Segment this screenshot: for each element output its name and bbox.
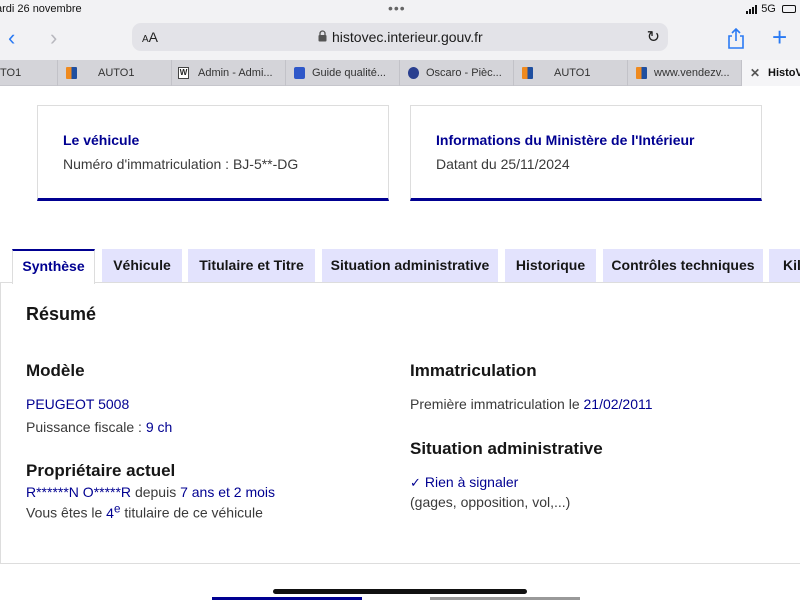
- browser-tab-label: AUTO1: [98, 67, 135, 79]
- model-heading: Modèle: [26, 361, 85, 380]
- admin-situation-heading: Situation administrative: [410, 439, 603, 458]
- fiscal-power-label: Puissance fiscale :: [26, 419, 142, 435]
- share-icon[interactable]: [726, 28, 746, 50]
- owner-rank-row: Vous êtes le 4e titulaire de ce véhicule: [26, 502, 263, 521]
- browser-tab[interactable]: Oscaro - Pièc...: [400, 60, 514, 86]
- first-registration-label: Première immatriculation le: [410, 396, 580, 412]
- w-favicon-icon: W: [178, 67, 189, 79]
- model-name: PEUGEOT 5008: [26, 396, 130, 412]
- vendez-favicon-icon: [636, 67, 647, 79]
- owner-duration: 7 ans et 2 mois: [180, 484, 276, 500]
- guide-favicon-icon: [294, 67, 305, 79]
- vehicle-card: Le véhicule Numéro d'immatriculation : B…: [37, 105, 389, 201]
- tab-historique[interactable]: Historique: [505, 249, 596, 282]
- admin-status-row: ✓ Rien à signaler: [410, 474, 518, 491]
- tab-situation-administrative[interactable]: Situation administrative: [322, 249, 498, 282]
- browser-tab[interactable]: www.vendezv...: [628, 60, 742, 86]
- data-date: Datant du 25/11/2024: [436, 156, 570, 172]
- browser-tab-label: HistoV: [768, 67, 800, 79]
- browser-tab-active[interactable]: ✕ HistoV: [742, 60, 800, 86]
- fiscal-power-value: 9 ch: [145, 419, 173, 435]
- url-text: histovec.interieur.gouv.fr: [332, 29, 483, 45]
- reader-aa-button[interactable]: AA: [142, 29, 158, 45]
- browser-tab[interactable]: AUTO1: [58, 60, 172, 86]
- browser-tab-strip: TO1 AUTO1 W Admin - Admi... Guide qualit…: [0, 60, 800, 86]
- status-bar: ardi 26 novembre ••• 5G 6: [0, 0, 800, 20]
- ministry-card-title: Informations du Ministère de l'Intérieur: [436, 132, 695, 148]
- home-indicator[interactable]: [273, 589, 527, 594]
- tab-kilometrage[interactable]: Kilo: [769, 249, 800, 282]
- page-content: Le véhicule Numéro d'immatriculation : B…: [0, 87, 800, 600]
- browser-tab-label: TO1: [0, 67, 22, 79]
- synthese-panel: Résumé Modèle PEUGEOT 5008 Puissance fis…: [0, 282, 800, 564]
- lock-icon: [318, 30, 327, 42]
- owner-rank-prefix: Vous êtes le: [26, 504, 103, 521]
- summary-title: Résumé: [26, 304, 97, 324]
- registration-number: Numéro d'immatriculation : BJ-5**-DG: [63, 156, 299, 172]
- battery-icon: [781, 5, 796, 13]
- first-registration-date: 21/02/2011: [583, 396, 653, 412]
- owner-heading: Propriétaire actuel: [26, 461, 176, 480]
- owner-rank-number: 4: [106, 504, 114, 521]
- back-button[interactable]: ‹: [8, 26, 15, 50]
- owner-row: R******N O*****R depuis 7 ans et 2 mois: [26, 484, 275, 500]
- vehicle-card-title: Le véhicule: [63, 132, 140, 148]
- owner-rank: 4e: [106, 502, 121, 521]
- signal-icon: [746, 4, 758, 14]
- auto1-favicon-icon: [66, 67, 77, 79]
- network-label: 5G: [761, 3, 776, 15]
- owner-rank-suffix: titulaire de ce véhicule: [124, 504, 263, 521]
- browser-tab-label: AUTO1: [554, 67, 591, 79]
- reload-icon[interactable]: ↻: [647, 27, 660, 47]
- browser-tab[interactable]: TO1: [0, 60, 58, 86]
- address-bar[interactable]: AA histovec.interieur.gouv.fr ↻: [132, 23, 668, 51]
- close-tab-icon[interactable]: ✕: [750, 66, 760, 80]
- owner-rank-sup: e: [113, 502, 121, 515]
- new-tab-button[interactable]: +: [772, 22, 787, 52]
- tab-controles-techniques[interactable]: Contrôles techniques: [603, 249, 763, 282]
- fiscal-power-row: Puissance fiscale : 9 ch: [26, 419, 172, 435]
- owner-since-label: depuis: [134, 484, 177, 500]
- admin-status: Rien à signaler: [424, 474, 519, 490]
- browser-tab[interactable]: AUTO1: [514, 60, 628, 86]
- tab-synthese[interactable]: Synthèse: [12, 249, 95, 284]
- browser-tab[interactable]: Guide qualité...: [286, 60, 400, 86]
- browser-tab[interactable]: W Admin - Admi...: [172, 60, 286, 86]
- multitasking-dots[interactable]: •••: [388, 1, 406, 15]
- check-icon: ✓: [410, 475, 421, 490]
- tab-vehicule[interactable]: Véhicule: [102, 249, 182, 282]
- browser-tab-label: Oscaro - Pièc...: [426, 67, 502, 79]
- browser-toolbar: ‹ › AA histovec.interieur.gouv.fr ↻ +: [0, 20, 800, 60]
- tab-titulaire[interactable]: Titulaire et Titre: [188, 249, 315, 282]
- browser-tab-label: Admin - Admi...: [198, 67, 273, 79]
- forward-button[interactable]: ›: [50, 26, 57, 50]
- admin-status-detail: (gages, opposition, vol,...): [410, 494, 571, 510]
- first-registration-row: Première immatriculation le 21/02/2011: [410, 396, 653, 412]
- ministry-card: Informations du Ministère de l'Intérieur…: [410, 105, 762, 201]
- status-indicators: 5G 6: [746, 3, 800, 15]
- oscaro-favicon-icon: [408, 67, 419, 79]
- status-date: ardi 26 novembre: [0, 3, 82, 15]
- registration-heading: Immatriculation: [410, 361, 537, 380]
- auto1-favicon-icon: [522, 67, 533, 79]
- browser-tab-label: www.vendezv...: [654, 67, 730, 79]
- owner-name: R******N O*****R: [26, 484, 132, 500]
- browser-tab-label: Guide qualité...: [312, 67, 386, 79]
